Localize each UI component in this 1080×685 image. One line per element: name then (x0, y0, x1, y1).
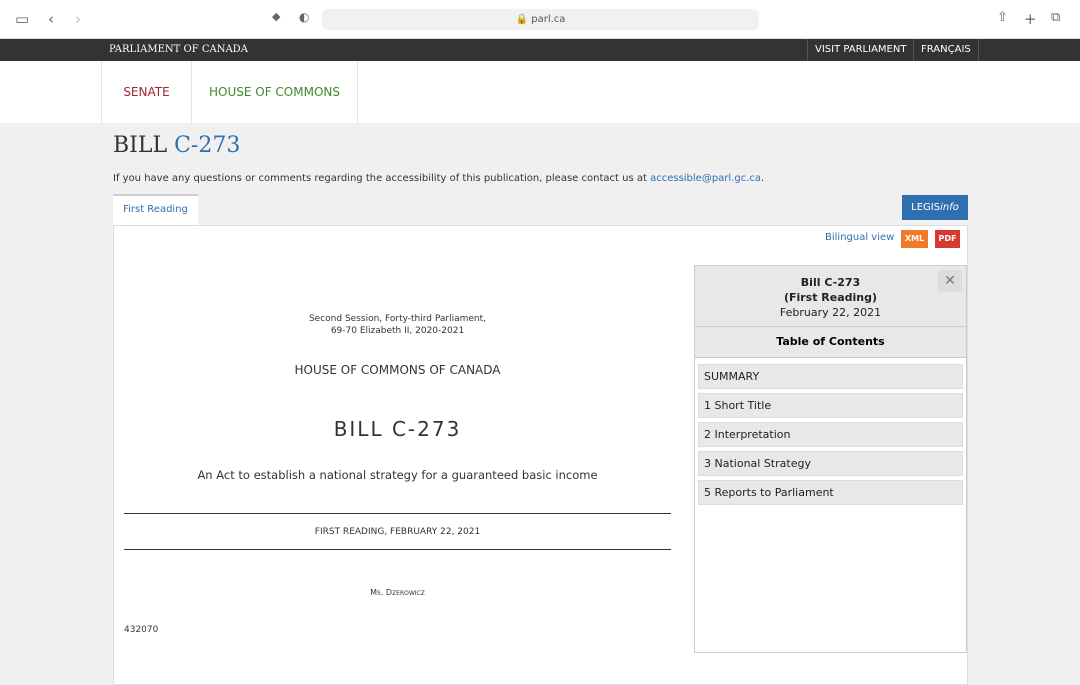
bilingual-view-link[interactable]: Bilingual view (825, 232, 894, 243)
reading-date: FIRST READING, FEBRUARY 22, 2021 (314, 527, 481, 537)
new-tab-icon[interactable]: + (1024, 10, 1037, 28)
toc-date: February 22, 2021 (779, 306, 882, 319)
toc-item[interactable]: 3 National Strategy (698, 451, 963, 476)
tab-first-reading[interactable]: First Reading (113, 194, 198, 225)
address-bar[interactable]: 🔒 parl.ca (322, 9, 759, 30)
bill-number: C-273 (174, 133, 241, 158)
close-icon[interactable]: ✕ (938, 270, 962, 292)
table-of-contents-panel: Bill C-273 (First Reading) February 22, … (694, 265, 967, 653)
toc-item[interactable]: 2 Interpretation (698, 422, 963, 447)
act-title: An Act to establish a national strategy … (197, 468, 598, 482)
tabs-overview-icon[interactable]: ⧉ (1051, 10, 1060, 25)
back-icon[interactable]: ‹ (48, 10, 54, 28)
chamber-nav: SENATE HOUSE OF COMMONS (0, 61, 1080, 123)
privacy-icon[interactable]: ◆ (272, 10, 280, 23)
language-link[interactable]: FRANÇAIS (913, 39, 979, 61)
page-title: BILL C-273 (113, 133, 241, 158)
forward-icon[interactable]: › (75, 10, 81, 28)
toc-item[interactable]: SUMMARY (698, 364, 963, 389)
accessibility-notice: If you have any questions or comments re… (113, 173, 765, 184)
visit-parliament-link[interactable]: VISIT PARLIAMENT (807, 39, 913, 61)
top-bar: PARLIAMENT OF CANADA VISIT PARLIAMENT FR… (0, 39, 1080, 61)
browser-toolbar: ▭ ‹ › ◆ ◐ 🔒 parl.ca ⇧ + ⧉ (0, 0, 1080, 39)
toc-bill: Bill C-273 (800, 276, 861, 289)
divider (124, 513, 671, 514)
url-text: parl.ca (531, 14, 566, 25)
legisinfo-button[interactable]: LEGISinfo (902, 195, 968, 220)
house-heading: HOUSE OF COMMONS OF CANADA (294, 363, 501, 377)
session-text: Second Session, Forty-third Parliament, (308, 314, 487, 324)
sidebar-icon[interactable]: ▭ (15, 10, 29, 28)
house-of-commons-link[interactable]: HOUSE OF COMMONS (191, 61, 358, 123)
toc-stage: (First Reading) (783, 291, 878, 304)
reign-text: 69-70 Elizabeth II, 2020-2021 (330, 326, 465, 336)
toc-heading: Table of Contents (695, 327, 966, 358)
toc-header: Bill C-273 (First Reading) February 22, … (695, 266, 966, 327)
document-number: 432070 (124, 625, 159, 635)
divider (124, 549, 671, 550)
shield-icon[interactable]: ◐ (299, 10, 309, 24)
share-icon[interactable]: ⇧ (997, 10, 1008, 25)
pdf-button[interactable]: PDF (935, 230, 960, 248)
toc-item[interactable]: 1 Short Title (698, 393, 963, 418)
xml-button[interactable]: XML (901, 230, 928, 248)
sponsor: Ms. Dzerowicz (370, 588, 425, 597)
senate-link[interactable]: SENATE (101, 61, 191, 123)
bill-heading: BILL C-273 (333, 417, 462, 441)
accessibility-email-link[interactable]: accessible@parl.gc.ca (650, 173, 761, 184)
toc-item[interactable]: 5 Reports to Parliament (698, 480, 963, 505)
brand-link[interactable]: PARLIAMENT OF CANADA (109, 44, 248, 55)
